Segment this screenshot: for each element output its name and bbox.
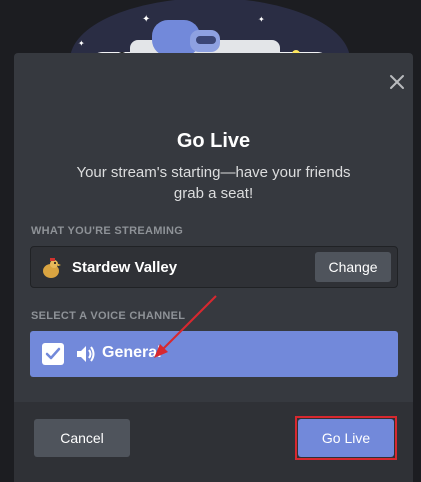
speaker-icon — [77, 346, 95, 362]
game-name: Stardew Valley — [72, 259, 178, 276]
svg-text:✦: ✦ — [142, 14, 150, 25]
modal-subtitle: Your stream's starting—have your friends… — [76, 164, 351, 202]
streaming-source-row: Stardew Valley Change — [30, 246, 398, 288]
stardew-valley-chicken-icon — [43, 258, 61, 278]
streaming-section-label: WHAT YOU'RE STREAMING — [31, 225, 184, 237]
close-button[interactable] — [387, 72, 407, 92]
channel-checkbox[interactable] — [42, 343, 64, 365]
svg-text:✦: ✦ — [78, 39, 85, 48]
modal-footer: Cancel Go Live — [14, 402, 413, 482]
go-live-button[interactable]: Go Live — [298, 419, 394, 457]
change-button[interactable]: Change — [315, 252, 391, 282]
channel-name: General — [102, 344, 162, 361]
voice-section-label: SELECT A VOICE CHANNEL — [31, 310, 186, 322]
modal-title: Go Live — [176, 130, 251, 152]
voice-channel-option-general[interactable]: General — [30, 331, 398, 377]
cancel-button[interactable]: Cancel — [34, 419, 130, 457]
svg-text:✦: ✦ — [258, 15, 265, 24]
checkmark-icon — [45, 347, 61, 360]
close-icon — [390, 75, 404, 89]
